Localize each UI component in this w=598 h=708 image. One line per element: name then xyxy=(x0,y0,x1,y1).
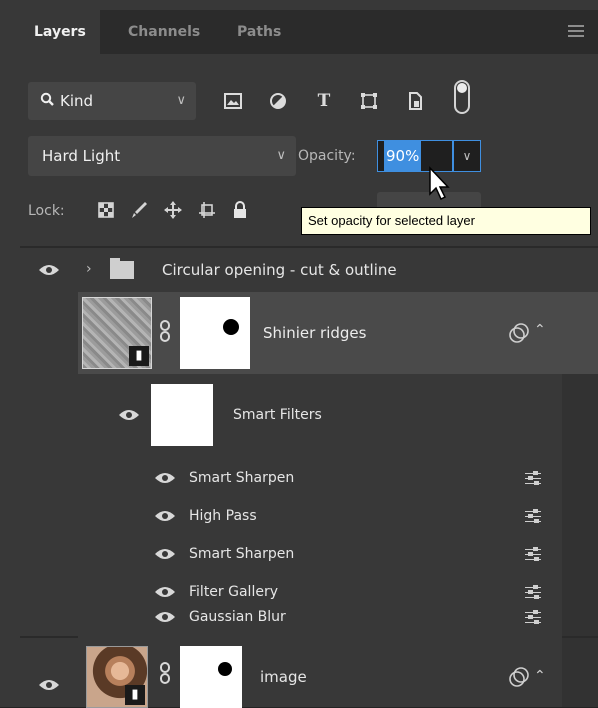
image-filter-icon[interactable] xyxy=(222,90,244,112)
visibility-eye-icon[interactable] xyxy=(38,678,60,692)
smart-filters-label: Smart Filters xyxy=(233,407,322,423)
layer-group-row[interactable]: › Circular opening - cut & outline xyxy=(20,248,598,292)
filter-blending-options-icon[interactable] xyxy=(525,509,541,523)
visibility-eye-icon[interactable] xyxy=(154,471,176,485)
layer-row[interactable]: ▮ image xyxy=(78,636,562,708)
layer-group-name: Circular opening - cut & outline xyxy=(162,261,397,279)
chevron-down-icon: ∨ xyxy=(176,93,186,108)
filter-item[interactable]: Smart Sharpen xyxy=(78,535,562,573)
visibility-eye-icon[interactable] xyxy=(154,547,176,561)
filter-blending-options-icon[interactable] xyxy=(525,610,541,624)
tab-channels[interactable]: Channels xyxy=(128,10,200,54)
layer-effects-icon[interactable] xyxy=(508,322,530,344)
filter-kind-select[interactable]: Kind ∨ xyxy=(28,82,196,120)
lock-all-icon[interactable] xyxy=(230,200,250,220)
smart-object-badge-icon: ▮ xyxy=(129,346,149,366)
folder-icon xyxy=(110,258,134,279)
filter-name: High Pass xyxy=(189,508,257,524)
visibility-eye-icon[interactable] xyxy=(38,263,60,277)
adjustment-filter-icon[interactable] xyxy=(267,90,289,112)
visibility-eye-icon[interactable] xyxy=(154,610,176,624)
smart-filters-block: Smart Filters Smart Sharpen High Pass Sm… xyxy=(78,374,562,636)
collapse-caret-icon[interactable]: ⌃ xyxy=(534,668,546,684)
type-filter-icon[interactable]: T xyxy=(313,90,335,112)
lock-artboard-icon[interactable] xyxy=(197,200,217,220)
opacity-tooltip: Set opacity for selected layer xyxy=(301,207,591,235)
layer-name: image xyxy=(260,668,307,686)
tab-paths[interactable]: Paths xyxy=(237,10,281,54)
opacity-dropdown-button[interactable]: ∨ xyxy=(453,140,481,172)
smart-object-badge-icon: ▮ xyxy=(125,685,145,705)
filter-name: Gaussian Blur xyxy=(189,609,286,625)
filter-toggle-switch[interactable] xyxy=(454,80,470,114)
panel-menu-icon[interactable] xyxy=(568,25,584,37)
lock-position-icon[interactable] xyxy=(163,200,183,220)
layer-thumbnail: ▮ xyxy=(86,646,148,708)
filter-name: Smart Sharpen xyxy=(189,470,295,486)
visibility-eye-icon[interactable] xyxy=(154,509,176,523)
collapse-caret-icon[interactable]: ⌃ xyxy=(534,322,546,338)
lock-image-pixels-icon[interactable] xyxy=(129,200,149,220)
layer-effects-icon[interactable] xyxy=(508,666,530,688)
panel-tab-bar: Layers Channels Paths xyxy=(20,10,598,54)
blend-opacity-row: Hard Light ∨ Opacity: 90% ∨ xyxy=(20,134,598,178)
lock-label: Lock: xyxy=(28,203,65,219)
filter-kind-label: Kind xyxy=(60,92,94,110)
layer-filter-row: Kind ∨ T xyxy=(20,76,598,126)
layer-mask-thumbnail[interactable] xyxy=(180,646,242,708)
tab-layers[interactable]: Layers xyxy=(20,10,100,54)
smart-object-filter-icon[interactable] xyxy=(404,90,426,112)
lock-transparent-pixels-icon[interactable] xyxy=(96,200,116,220)
filter-item[interactable]: High Pass xyxy=(78,497,562,535)
filter-blending-options-icon[interactable] xyxy=(525,471,541,485)
chevron-right-icon[interactable]: › xyxy=(86,261,92,277)
visibility-eye-icon[interactable] xyxy=(154,585,176,599)
layer-mask-thumbnail[interactable] xyxy=(180,297,250,369)
visibility-eye-icon[interactable] xyxy=(118,408,140,422)
chevron-down-icon: ∨ xyxy=(276,148,286,163)
filter-item[interactable]: Smart Sharpen xyxy=(78,459,562,497)
filter-name: Smart Sharpen xyxy=(189,546,295,562)
layer-name: Shinier ridges xyxy=(263,324,367,342)
shape-filter-icon[interactable] xyxy=(358,90,380,112)
smart-filters-mask-thumbnail[interactable] xyxy=(151,384,213,446)
layer-row-selected[interactable]: ▮ Shinier ridges ⌃ xyxy=(78,292,598,374)
link-chain-icon[interactable] xyxy=(158,320,172,342)
filter-blending-options-icon[interactable] xyxy=(525,585,541,599)
search-icon xyxy=(40,92,54,106)
layers-list: › Circular opening - cut & outline ▮ Shi… xyxy=(20,246,598,708)
mouse-cursor-icon xyxy=(429,166,450,201)
blend-mode-select[interactable]: Hard Light ∨ xyxy=(28,136,296,176)
link-chain-icon[interactable] xyxy=(158,662,172,684)
filter-blending-options-icon[interactable] xyxy=(525,547,541,561)
filter-item[interactable]: Gaussian Blur xyxy=(78,598,562,636)
opacity-label: Opacity: xyxy=(298,148,356,164)
layer-thumbnail: ▮ xyxy=(82,297,152,369)
blend-mode-value: Hard Light xyxy=(42,147,121,165)
layers-panel: Layers Channels Paths Kind ∨ T Hard Ligh… xyxy=(0,0,598,708)
opacity-value: 90% xyxy=(384,141,422,171)
